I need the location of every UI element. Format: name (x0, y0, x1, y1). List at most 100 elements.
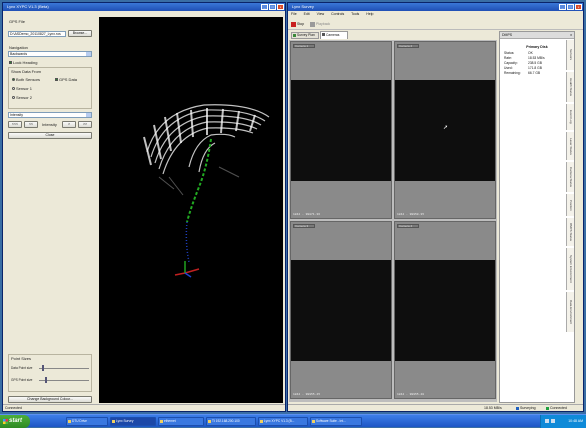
stop-icon (291, 21, 296, 27)
tab-survey-plan[interactable]: Survey Plan (291, 32, 319, 39)
point-cloud-viewport[interactable] (99, 17, 283, 403)
start-button[interactable]: start (0, 415, 30, 428)
menu-file[interactable]: File (291, 12, 297, 16)
menu-controls[interactable]: Controls (331, 12, 344, 16)
change-background-button[interactable]: Change Background Colour... (8, 396, 92, 403)
tray-volume-icon[interactable] (551, 419, 555, 423)
both-sensors-option[interactable]: Both Sensors (12, 77, 40, 82)
both-sensors-radio[interactable] (12, 78, 15, 82)
lynx-survey-window: Lynx Survey _ □ x File Edit View Control… (287, 2, 584, 412)
taskbar-item-label: Lynx XYPC V1.3 (B... (264, 419, 295, 423)
taskbar-item-lynx-survey[interactable]: Lynx Survey (110, 417, 156, 426)
nav-skip-forward-button[interactable]: >> (78, 121, 92, 128)
side-tab-event-log[interactable]: Event Log (566, 104, 574, 130)
color-mode-select[interactable]: Intensity (8, 112, 92, 118)
stop-button[interactable]: Stop (291, 20, 304, 28)
side-tab-laser-status[interactable]: Laser Status (566, 132, 574, 160)
browse-button[interactable]: Browse... (68, 30, 92, 37)
tab-cameras[interactable]: Cameras (320, 31, 348, 39)
camera-1-view[interactable]: Camera 1 1844 - 99871.36 (290, 41, 392, 219)
app-icon (260, 420, 263, 423)
nav-forward-button[interactable]: > (62, 121, 76, 128)
close-icon[interactable]: x (575, 4, 582, 10)
point-sizes-label: Point Sizes (11, 356, 32, 361)
side-tab-position[interactable]: Position (566, 194, 574, 216)
sensor2-radio[interactable] (12, 96, 15, 100)
close-button[interactable]: Close (8, 132, 92, 139)
lock-heading-checkbox[interactable] (9, 61, 12, 65)
tray-network-icon[interactable] (545, 419, 549, 423)
gps-point-size-label: GPS Point size (11, 378, 33, 382)
left-title-bar[interactable]: Lynx XYPC V1.3 (Beta) _ □ x (3, 3, 285, 11)
control-panel: GPS File D:\ASDemo_20110827_Lynx.ros Bro… (8, 17, 96, 403)
dmps-panel-title: DMPS (502, 33, 513, 37)
menu-edit[interactable]: Edit (304, 12, 310, 16)
navigation-select[interactable]: Backwards (8, 51, 92, 57)
camera-4-label: Camera 4 (397, 224, 419, 228)
disk-rate-value: 18.53 MB/s (528, 56, 545, 60)
camera-grid: Camera 1 1844 - 99871.36 Camera 2 1844 -… (289, 40, 497, 402)
side-tab-camera-status[interactable]: Camera Status (566, 162, 574, 192)
maximize-icon[interactable]: □ (269, 4, 276, 10)
taskbar-item-ti[interactable]: TI 192.168.200.100 (206, 417, 256, 426)
data-point-size-slider[interactable] (39, 368, 89, 369)
taskbar-item-dtu-drive[interactable]: DTU Drive (66, 417, 108, 426)
nav-skip-back-button[interactable]: <<< (8, 121, 22, 128)
side-tab-system-environment[interactable]: System Environment (566, 248, 574, 290)
camera-4-view[interactable]: Camera 4 1844 - 99955.40 (394, 221, 496, 399)
taskbar-item-ethernet[interactable]: ethernet (158, 417, 204, 426)
close-icon[interactable]: x (277, 4, 284, 10)
panel-close-icon[interactable]: x (570, 32, 572, 38)
camera-3-view[interactable]: Camera 3 1844 - 99955.45 (290, 221, 392, 399)
both-sensors-text: Both Sensors (16, 77, 41, 82)
camera-3-label: Camera 3 (293, 224, 315, 228)
maximize-icon[interactable]: □ (567, 4, 574, 10)
camera-1-image (291, 80, 391, 181)
disk-capacity-value: 238.5 GB (528, 61, 542, 65)
nav-back-button[interactable]: << (24, 121, 38, 128)
gps-data-checkbox[interactable] (55, 78, 58, 82)
camera-2-view[interactable]: Camera 2 1844 - 99950.35 ➚ (394, 41, 496, 219)
taskbar-item-label: ethernet (164, 419, 176, 423)
status-surveying: Surveying (516, 405, 536, 411)
chevron-down-icon[interactable] (86, 113, 91, 117)
side-tab-data-environment[interactable]: Data Environment (566, 292, 574, 332)
data-point-size-thumb[interactable] (42, 365, 44, 371)
camera-1-label: Camera 1 (293, 44, 315, 48)
playback-button[interactable]: Playback (310, 20, 330, 28)
camera-4-footer: 1844 - 99955.40 (397, 393, 425, 396)
right-title-bar[interactable]: Lynx Survey _ □ x (288, 3, 583, 11)
playback-button-row: <<< << Intensity > >> (8, 121, 92, 129)
gps-point-size-thumb[interactable] (45, 377, 47, 383)
taskbar-item-software-suite[interactable]: Software Suite - Int... (310, 417, 362, 426)
menu-view[interactable]: View (317, 12, 325, 16)
sensor1-option[interactable]: Sensor 1 (12, 86, 32, 91)
chevron-down-icon[interactable] (86, 52, 91, 56)
gps-file-field[interactable]: D:\ASDemo_20110827_Lynx.ros (8, 31, 66, 37)
minimize-icon[interactable]: _ (559, 4, 566, 10)
app-icon (112, 420, 115, 423)
app-icon (208, 420, 211, 423)
menu-help[interactable]: Help (366, 12, 373, 16)
side-tab-health-status[interactable]: Health Status (566, 72, 574, 102)
gps-data-option[interactable]: GPS Data (55, 77, 77, 82)
status-rate: 18.53 MB/s (484, 406, 502, 410)
taskbar-item-lynx-xypc[interactable]: Lynx XYPC V1.3 (B... (258, 417, 308, 426)
axis-gizmo (174, 261, 200, 278)
side-tab-sensors[interactable]: Sensors (566, 40, 574, 70)
navigation-label: Navigation (9, 45, 28, 50)
sensor1-text: Sensor 1 (16, 86, 33, 91)
network-icon (160, 420, 163, 423)
menu-tools[interactable]: Tools (351, 12, 359, 16)
sensor1-radio[interactable] (12, 87, 15, 91)
lock-heading-option[interactable]: Lock Heading (9, 60, 37, 65)
minimize-icon[interactable]: _ (261, 4, 268, 10)
side-tab-dmps-status[interactable]: DMPS Status (566, 218, 574, 246)
navigation-value: Backwards (10, 52, 28, 56)
point-cloud-render (143, 104, 270, 278)
sensor2-option[interactable]: Sensor 2 (12, 95, 32, 100)
gps-track (186, 138, 212, 223)
system-tray: 10:48 AM (540, 415, 586, 428)
tab-cameras-label: Cameras (326, 33, 340, 37)
playback-icon (310, 21, 315, 27)
